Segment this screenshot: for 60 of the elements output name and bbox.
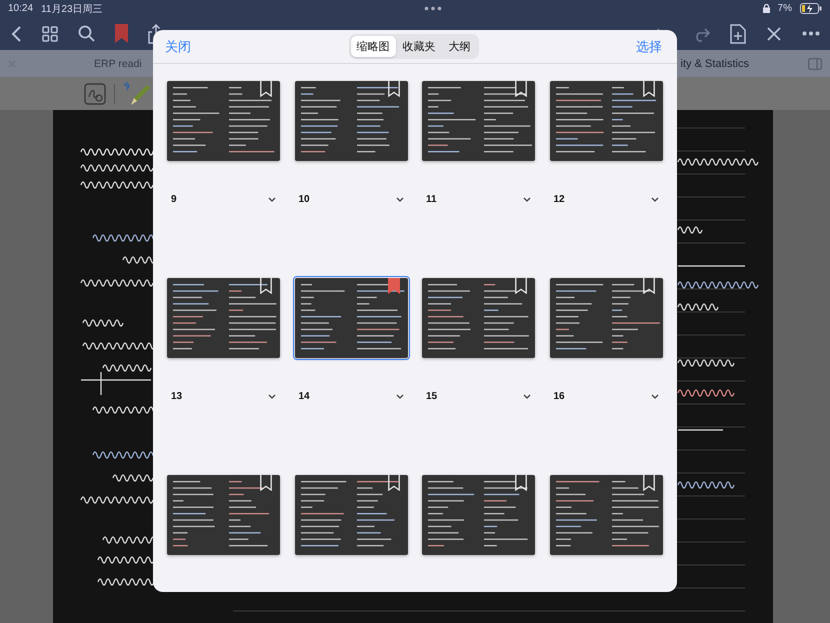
back-icon[interactable] bbox=[10, 24, 22, 42]
page-thumbnail[interactable] bbox=[422, 81, 535, 161]
chevron-down-icon[interactable] bbox=[650, 394, 658, 398]
page-thumbnail[interactable] bbox=[550, 278, 662, 358]
close-button[interactable]: 关闭 bbox=[165, 38, 191, 56]
select-button[interactable]: 选择 bbox=[636, 38, 662, 56]
more-icon[interactable] bbox=[802, 31, 820, 36]
bookmark-icon[interactable] bbox=[260, 475, 272, 491]
page-number: 9 bbox=[171, 194, 177, 204]
bookmark-icon[interactable] bbox=[642, 475, 654, 491]
page-thumbnail[interactable] bbox=[422, 475, 535, 555]
chevron-down-icon[interactable] bbox=[396, 196, 404, 202]
page-number: 10 bbox=[298, 194, 310, 204]
chevron-down-icon[interactable] bbox=[268, 394, 276, 398]
page-thumbnail[interactable] bbox=[294, 81, 408, 161]
page-thumbnail[interactable] bbox=[294, 278, 408, 358]
page-thumbnail[interactable] bbox=[550, 81, 662, 161]
page-thumbnail[interactable] bbox=[294, 475, 408, 555]
bookmark-icon[interactable] bbox=[260, 81, 272, 97]
segment-tab[interactable]: 缩略图 bbox=[350, 36, 396, 57]
bookmark-icon[interactable] bbox=[260, 278, 272, 294]
bookmark-icon[interactable] bbox=[515, 278, 527, 294]
chevron-down-icon[interactable] bbox=[523, 196, 531, 202]
document-tab[interactable]: ity & Statistics bbox=[680, 58, 749, 70]
chevron-down-icon[interactable] bbox=[396, 394, 404, 398]
status-date: 11月23日周三 bbox=[41, 2, 103, 16]
bookmark-icon[interactable] bbox=[515, 475, 527, 491]
page-number: 14 bbox=[298, 390, 310, 402]
bookmark-icon[interactable] bbox=[515, 81, 527, 97]
page-number: 11 bbox=[426, 194, 437, 204]
chevron-down-icon[interactable] bbox=[523, 394, 531, 398]
page-number: 16 bbox=[554, 390, 565, 402]
lock-icon bbox=[762, 4, 770, 13]
segment-tab[interactable]: 大纲 bbox=[442, 36, 476, 57]
page-thumbnail[interactable] bbox=[167, 278, 280, 358]
page-thumbnail[interactable] bbox=[167, 81, 280, 161]
bookmark-icon[interactable] bbox=[642, 278, 654, 294]
chevron-down-icon[interactable] bbox=[268, 196, 276, 202]
close-icon[interactable] bbox=[766, 26, 782, 42]
bookmark-icon[interactable] bbox=[388, 81, 400, 97]
page-thumbnail[interactable] bbox=[167, 475, 280, 555]
chevron-down-icon[interactable] bbox=[650, 196, 658, 202]
page-thumbnail[interactable] bbox=[422, 278, 535, 358]
bookmark-icon[interactable] bbox=[388, 278, 400, 294]
document-tab[interactable]: ERP readi bbox=[94, 58, 142, 70]
more-dots-icon[interactable] bbox=[424, 6, 442, 11]
grid-icon[interactable] bbox=[42, 26, 58, 42]
status-time: 10:24 bbox=[8, 3, 34, 14]
segment-tab[interactable]: 收藏夹 bbox=[396, 36, 442, 57]
page-thumbnail[interactable] bbox=[550, 475, 662, 555]
add-page-icon[interactable] bbox=[730, 24, 746, 44]
page-number: 13 bbox=[171, 390, 182, 402]
battery-icon bbox=[800, 3, 822, 14]
page-number: 12 bbox=[554, 194, 565, 204]
bookmark-icon[interactable] bbox=[642, 81, 654, 97]
page-number: 15 bbox=[426, 390, 438, 402]
bookmark-icon[interactable] bbox=[388, 475, 400, 491]
battery-percent: 7% bbox=[778, 3, 792, 14]
lasso-zoom-icon[interactable] bbox=[84, 82, 106, 104]
search-icon[interactable] bbox=[78, 25, 95, 42]
